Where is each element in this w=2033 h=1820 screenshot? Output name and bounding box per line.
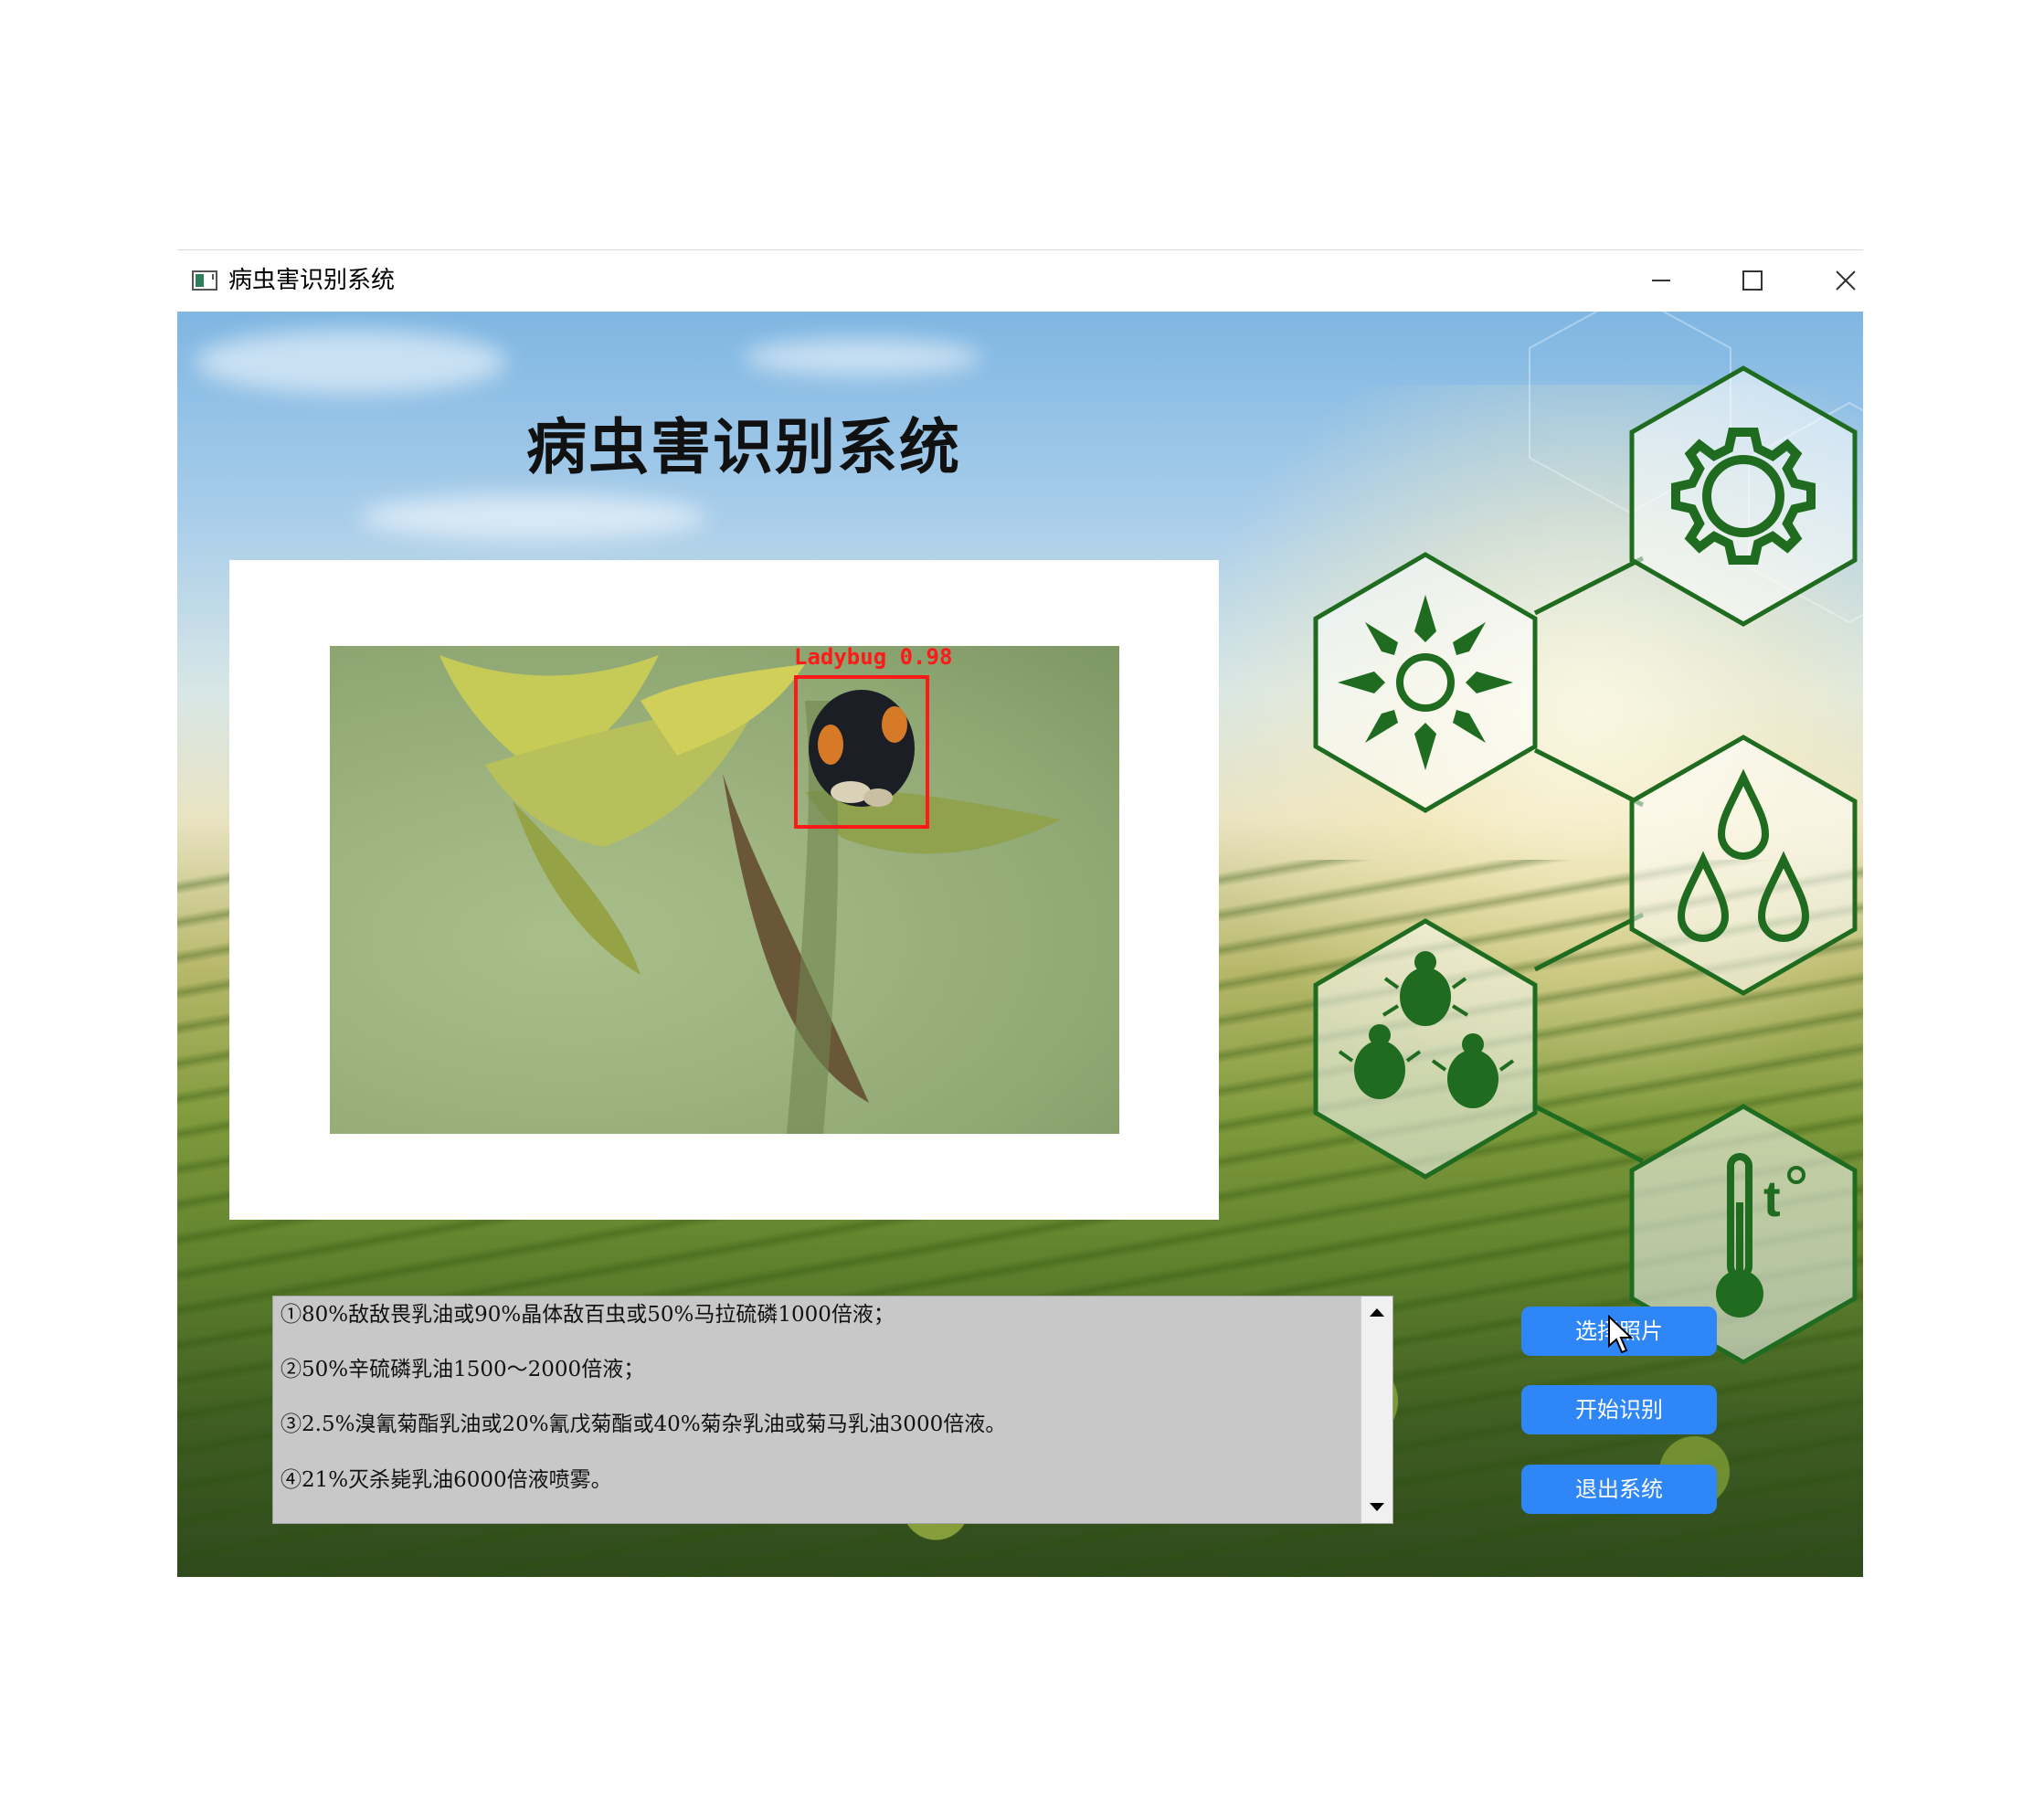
close-icon bbox=[1836, 270, 1856, 291]
chevron-down-icon bbox=[1370, 1503, 1384, 1511]
app-window: 病虫害识别系统 t 病虫害识别系统 Ladybug 0.98 ①80%敌敌畏乳油… bbox=[177, 249, 1863, 1577]
treatment-info-textbox[interactable]: ①80%敌敌畏乳油或90%晶体敌百虫或50%马拉硫磷1000倍液； ②50%辛硫… bbox=[272, 1296, 1393, 1524]
minimize-icon bbox=[1652, 280, 1670, 281]
main-area: t 病虫害识别系统 Ladybug 0.98 ①80%敌敌畏乳油或90%晶体敌百… bbox=[177, 312, 1863, 1577]
svg-text:t: t bbox=[1763, 1169, 1781, 1227]
info-line: ①80%敌敌畏乳油或90%晶体敌百虫或50%马拉硫磷1000倍液； bbox=[281, 1303, 895, 1327]
scroll-thumb[interactable] bbox=[1365, 1329, 1389, 1487]
close-button[interactable] bbox=[1818, 259, 1873, 302]
window-title: 病虫害识别系统 bbox=[228, 267, 396, 294]
scroll-up-button[interactable] bbox=[1361, 1296, 1392, 1328]
info-line: ②50%辛硫磷乳油1500～2000倍液； bbox=[281, 1358, 645, 1381]
start-recognition-button[interactable]: 开始识别 bbox=[1521, 1385, 1717, 1434]
image-display-panel: Ladybug 0.98 bbox=[229, 560, 1219, 1220]
app-icon bbox=[192, 270, 217, 291]
maximize-icon bbox=[1742, 270, 1763, 291]
detection-bounding-box bbox=[794, 675, 929, 829]
hex-frame-gear bbox=[1629, 365, 1858, 627]
page-title: 病虫害识别系统 bbox=[526, 412, 961, 482]
mouse-cursor-icon bbox=[1608, 1315, 1634, 1354]
detection-label: Ladybug 0.98 bbox=[794, 646, 953, 670]
minimize-button[interactable] bbox=[1634, 259, 1689, 302]
exit-system-button[interactable]: 退出系统 bbox=[1521, 1465, 1717, 1514]
vertical-scrollbar[interactable] bbox=[1361, 1296, 1392, 1523]
chevron-up-icon bbox=[1370, 1308, 1384, 1317]
leaf-illustration bbox=[439, 655, 1061, 1134]
info-line: ④21%灭杀毙乳油6000倍液喷雾。 bbox=[281, 1468, 612, 1492]
maximize-button[interactable] bbox=[1725, 259, 1780, 302]
info-line: ③2.5%溴氰菊酯乳油或20%氰戊菊酯或40%菊杂乳油或菊马乳油3000倍液。 bbox=[281, 1413, 1007, 1436]
title-bar[interactable]: 病虫害识别系统 bbox=[177, 250, 1863, 312]
detection-photo: Ladybug 0.98 bbox=[330, 646, 1119, 1134]
scroll-down-button[interactable] bbox=[1361, 1492, 1392, 1523]
